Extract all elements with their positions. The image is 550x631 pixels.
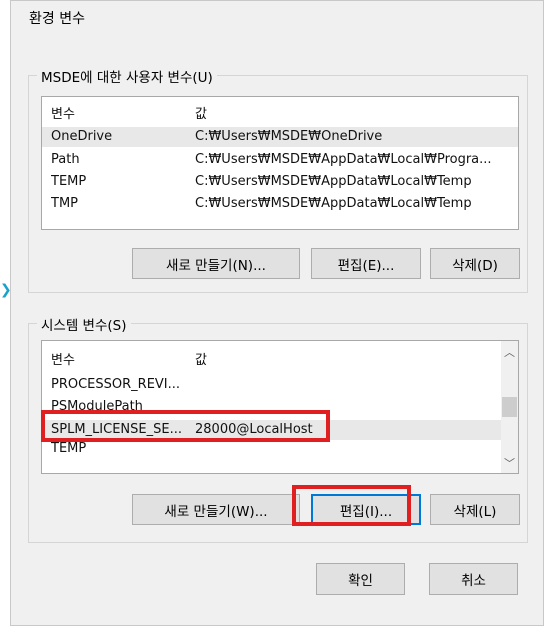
row-value: 28000@LocalHost [195, 422, 313, 437]
row-name: TEMP [51, 441, 87, 456]
row-value: C:₩Users₩MSDE₩AppData₩Local₩Temp [195, 174, 472, 189]
row-name: PSModulePath [51, 399, 143, 414]
list-header: 변수 값 [42, 97, 518, 125]
scrollbar-thumb[interactable] [502, 397, 517, 417]
row-name: SPLM_LICENSE_SE... [51, 422, 182, 437]
table-row[interactable]: Path C:₩Users₩MSDE₩AppData₩Local₩Progra.… [42, 150, 518, 170]
table-row[interactable]: TEMP [42, 441, 518, 456]
column-header-value[interactable]: 값 [195, 349, 207, 368]
system-new-button[interactable]: 새로 만들기(W)... [132, 494, 300, 525]
ok-button[interactable]: 확인 [316, 563, 405, 595]
table-row[interactable]: PSModulePath [42, 397, 518, 417]
column-header-variable[interactable]: 변수 [51, 349, 75, 368]
user-variables-group: MSDE에 대한 사용자 변수(U) 변수 값 OneDrive C:₩User… [28, 66, 528, 293]
user-edit-button[interactable]: 편집(E)... [311, 248, 421, 279]
chevron-up-icon[interactable]: ︿ [501, 343, 518, 360]
table-row[interactable]: PROCESSOR_REVI... [42, 375, 518, 395]
cancel-button[interactable]: 취소 [429, 563, 518, 595]
row-name: OneDrive [51, 129, 113, 144]
row-value: C:₩Users₩MSDE₩OneDrive [195, 129, 383, 144]
dialog-title: 환경 변수 [29, 11, 85, 27]
row-value: C:₩Users₩MSDE₩AppData₩Local₩Progra... [195, 152, 492, 167]
environment-variables-dialog: 환경 변수 MSDE에 대한 사용자 변수(U) 변수 값 OneDrive C… [10, 0, 544, 626]
system-delete-button[interactable]: 삭제(L) [430, 494, 520, 525]
system-edit-button[interactable]: 편집(I)... [311, 494, 421, 525]
table-row[interactable]: OneDrive C:₩Users₩MSDE₩OneDrive [42, 127, 518, 147]
system-variables-group: 시스템 변수(S) 변수 값 PROCESSOR_REVI... PSModul… [28, 314, 528, 543]
user-variables-list[interactable]: 변수 값 OneDrive C:₩Users₩MSDE₩OneDrive Pat… [41, 96, 519, 230]
row-name: TMP [51, 196, 78, 211]
list-header: 변수 값 [42, 341, 518, 369]
column-header-variable[interactable]: 변수 [51, 103, 75, 122]
table-row[interactable]: TEMP C:₩Users₩MSDE₩AppData₩Local₩Temp [42, 172, 518, 192]
system-variables-label: 시스템 변수(S) [37, 314, 131, 334]
chevron-down-icon[interactable]: ﹀ [501, 454, 518, 471]
user-delete-button[interactable]: 삭제(D) [430, 248, 520, 279]
row-name: TEMP [51, 174, 87, 189]
row-value: C:₩Users₩MSDE₩AppData₩Local₩Temp [195, 196, 472, 211]
row-name: Path [51, 152, 80, 167]
system-variables-list[interactable]: 변수 값 PROCESSOR_REVI... PSModulePath SPLM… [41, 340, 519, 474]
column-header-value[interactable]: 값 [195, 103, 207, 122]
vertical-scrollbar[interactable]: ︿ ﹀ [501, 341, 518, 473]
user-variables-label: MSDE에 대한 사용자 변수(U) [37, 66, 217, 86]
row-name: PROCESSOR_REVI... [51, 377, 181, 392]
user-new-button[interactable]: 새로 만들기(N)... [132, 248, 300, 279]
table-row[interactable]: SPLM_LICENSE_SE... 28000@LocalHost [42, 420, 501, 440]
table-row[interactable]: TMP C:₩Users₩MSDE₩AppData₩Local₩Temp [42, 194, 518, 214]
